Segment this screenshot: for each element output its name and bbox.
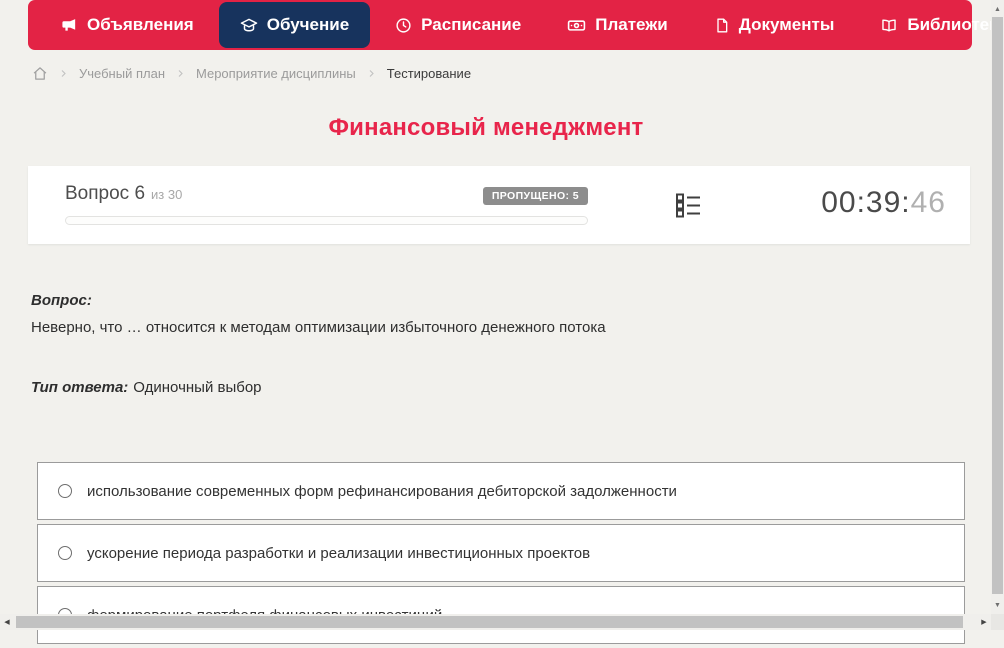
home-icon[interactable] (32, 66, 48, 81)
chevron-right-icon (367, 69, 376, 78)
top-navigation: Объявления Обучение Расписание Платежи Д… (28, 0, 1004, 50)
question-text: Неверно, что … относится к методам оптим… (31, 319, 606, 336)
question-counter: Вопрос 6 из 30 (65, 183, 182, 205)
answer-type-label: Тип ответа: (31, 379, 129, 397)
nav-item-label: Расписание (421, 15, 522, 34)
question-heading: Вопрос: (31, 292, 92, 309)
skipped-badge: ПРОПУЩЕНО: 5 (482, 186, 588, 205)
chevron-right-icon (176, 69, 185, 78)
quiz-header-card: Вопрос 6 из 30 ПРОПУЩЕНО: 5 00:39:46 (28, 166, 970, 244)
question-total: из 30 (151, 187, 183, 202)
megaphone-icon (61, 17, 78, 34)
question-block: Вопрос: Неверно, что … относится к метод… (31, 292, 941, 396)
scroll-left-arrow-icon[interactable]: ◀ (0, 614, 14, 630)
horizontal-scrollbar[interactable]: ◀ ▶ (0, 614, 991, 630)
vertical-scrollbar-thumb[interactable] (992, 17, 1003, 594)
answer-option-label: использование современных форм рефинанси… (87, 482, 677, 500)
page-title: Финансовый менеджмент (328, 114, 644, 141)
nav-item-label: Платежи (595, 15, 668, 34)
nav-item-payments[interactable]: Платежи (546, 2, 689, 48)
answer-option-2[interactable]: ускорение периода разработки и реализаци… (37, 524, 965, 582)
cash-icon (567, 16, 586, 35)
timer-seconds: 46 (910, 186, 946, 219)
breadcrumb-item-testing: Тестирование (386, 65, 472, 81)
breadcrumb: Учебный план Мероприятие дисциплины Тест… (32, 63, 471, 83)
nav-item-label: Библиотека (907, 15, 1004, 34)
timer-minutes: 00:39: (821, 186, 911, 219)
answer-type-value: Одиночный выбор (133, 379, 262, 397)
radio-button[interactable] (58, 484, 72, 498)
nav-item-label: Документы (738, 15, 835, 34)
scrollbar-corner (991, 614, 1004, 630)
answer-type-row: Тип ответа: Одиночный выбор (31, 379, 941, 396)
nav-item-schedule[interactable]: Расписание (374, 2, 542, 48)
radio-button[interactable] (58, 546, 72, 560)
chevron-right-icon (59, 69, 68, 78)
nav-item-learning[interactable]: Обучение (218, 2, 371, 48)
nav-item-announcements[interactable]: Объявления (40, 2, 215, 48)
question-progress-group: Вопрос 6 из 30 ПРОПУЩЕНО: 5 (65, 183, 588, 225)
progress-bar (65, 216, 588, 225)
answer-option-1[interactable]: использование современных форм рефинанси… (37, 462, 965, 520)
nav-item-label: Обучение (266, 15, 350, 34)
clock-icon (395, 17, 412, 34)
document-icon (714, 17, 730, 34)
nav-item-library[interactable]: Библиотека (859, 2, 1004, 48)
timer: 00:39:46 (821, 186, 946, 220)
scroll-down-arrow-icon[interactable]: ▼ (991, 598, 1004, 612)
question-number: Вопрос 6 (65, 183, 146, 204)
breadcrumb-item-discipline-event[interactable]: Мероприятие дисциплины (196, 66, 356, 81)
question-list-icon[interactable] (675, 192, 702, 224)
nav-item-label: Объявления (87, 15, 194, 34)
graduation-cap-icon (240, 16, 258, 34)
horizontal-scrollbar-thumb[interactable] (16, 616, 963, 628)
breadcrumb-item-study-plan[interactable]: Учебный план (79, 66, 165, 81)
book-icon (880, 17, 898, 34)
answer-option-label: ускорение периода разработки и реализаци… (87, 544, 591, 562)
scroll-right-arrow-icon[interactable]: ▶ (977, 614, 991, 630)
nav-item-documents[interactable]: Документы (693, 2, 856, 48)
vertical-scrollbar[interactable]: ▲ ▼ (991, 0, 1004, 614)
scroll-up-arrow-icon[interactable]: ▲ (991, 2, 1004, 16)
